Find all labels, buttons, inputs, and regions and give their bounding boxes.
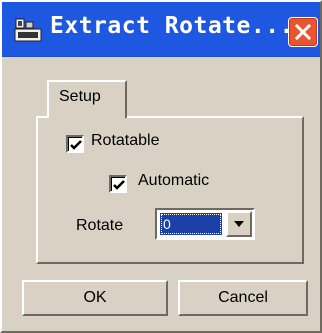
rotatable-label: Rotatable — [91, 132, 160, 149]
close-icon — [294, 23, 312, 41]
dialog-window: Extract Rotate... Setup Rotatable Automa… — [0, 0, 322, 333]
app-icon — [14, 16, 44, 44]
rotate-selected-value: 0 — [160, 213, 222, 235]
tab-setup[interactable]: Setup — [47, 80, 127, 118]
ok-button[interactable]: OK — [22, 280, 168, 316]
tab-label: Setup — [59, 88, 101, 105]
cancel-button[interactable]: Cancel — [178, 280, 308, 316]
title-bar[interactable]: Extract Rotate... — [2, 2, 320, 57]
automatic-label: Automatic — [138, 172, 210, 189]
rotate-label: Rotate — [76, 217, 124, 234]
checkmark-icon — [70, 140, 82, 150]
window-title: Extract Rotate... — [50, 13, 294, 39]
chevron-down-icon — [234, 221, 244, 227]
rotate-dropdown-button[interactable] — [226, 211, 252, 237]
close-button[interactable] — [288, 17, 318, 47]
automatic-checkbox[interactable] — [109, 175, 127, 193]
checkmark-icon — [113, 180, 125, 190]
rotate-select[interactable]: 0 — [155, 208, 255, 240]
rotatable-checkbox[interactable] — [66, 135, 84, 153]
